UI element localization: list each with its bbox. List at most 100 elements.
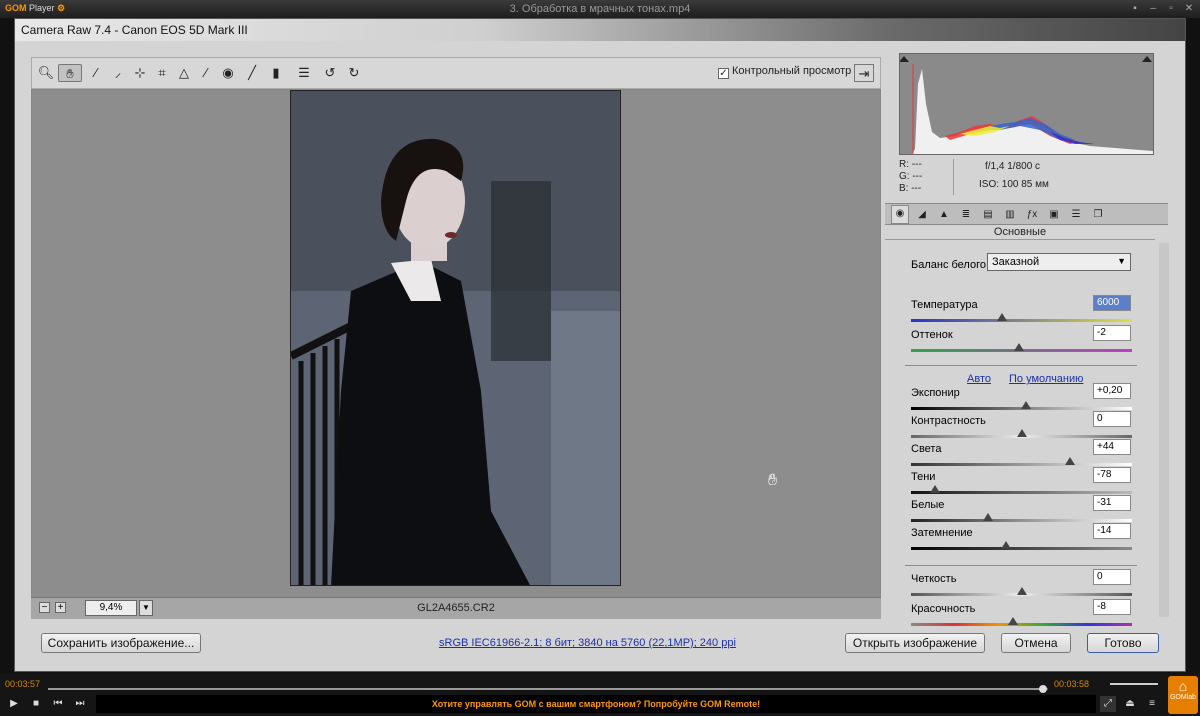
hand-tool-icon[interactable]: ✋︎ [58,64,82,82]
histogram [899,53,1154,155]
slider-thumb[interactable] [1001,541,1012,549]
open-image-button[interactable]: Открыть изображение [845,633,985,653]
default-link[interactable]: По умолчанию [1009,373,1083,385]
eject-icon[interactable]: ⏏ [1122,696,1138,712]
crop-tool-icon[interactable]: ⌗ [152,64,172,82]
player-file-title: 3. Обработка в мрачных тонах.mp4 [509,3,691,15]
slider-thumb[interactable] [1020,401,1031,409]
maximize-icon[interactable]: ▫ [1164,2,1178,15]
slider-value-field[interactable]: +0,20 [1093,383,1131,399]
slider-label: Температура [911,299,978,311]
tab-hsl-icon[interactable]: ≣ [957,207,975,222]
rgb-g: G: --- [899,171,923,182]
previous-icon[interactable]: ⏮ [50,696,66,712]
preview-checkbox[interactable]: ✓ Контрольный просмотр [718,65,851,79]
preview-canvas[interactable]: ✋︎ [31,89,881,601]
tab-camera-calibration-icon[interactable]: ▣ [1045,207,1063,222]
slider-thumb[interactable] [1014,343,1025,351]
slider-value-field[interactable]: +44 [1093,439,1131,455]
gomlab-button[interactable]: ⌂ GOMlab [1168,676,1198,714]
panel-tabs: ◉ ◢ ▲ ≣ ▤ ▥ ƒx ▣ ☰ ❐ [885,203,1168,225]
slider-value-field[interactable]: -14 [1093,523,1131,539]
tab-basic-icon[interactable]: ◉ [891,205,909,224]
fullscreen-icon[interactable]: ⤢ [1100,696,1116,712]
seek-bar[interactable] [48,685,1048,693]
slider-label: Оттенок [911,329,953,341]
preview-image[interactable] [290,90,621,586]
slider-thumb[interactable] [996,313,1007,321]
slider-value-field[interactable]: 6000 [1093,295,1131,311]
auto-link[interactable]: Авто [967,373,991,385]
slider-label: Экспонир [911,387,960,399]
slider-value-field[interactable]: 0 [1093,569,1131,585]
spot-removal-icon[interactable]: ⁄ [196,64,216,82]
slider-value-field[interactable]: -78 [1093,467,1131,483]
tab-detail-icon[interactable]: ▲ [935,207,953,222]
save-image-button[interactable]: Сохранить изображение... [41,633,201,653]
rotate-right-icon[interactable]: ↻ [344,64,364,82]
red-eye-icon[interactable]: ◉ [218,64,238,82]
slider-label: Белые [911,499,945,511]
slider-thumb[interactable] [1016,429,1027,437]
tab-snapshots-icon[interactable]: ❐ [1089,207,1107,222]
slider-track[interactable] [911,319,1132,322]
graduated-filter-icon[interactable]: ▮ [266,64,286,82]
zoom-tool-icon[interactable]: 🔍︎ [36,64,56,82]
tab-presets-icon[interactable]: ☰ [1067,207,1085,222]
home-icon: ⌂ [1178,678,1188,694]
close-icon[interactable]: ✕ [1182,2,1196,15]
slider-label: Затемнение [911,527,973,539]
color-sampler-tool-icon[interactable]: ⸝ [108,64,128,82]
tab-split-toning-icon[interactable]: ▤ [979,207,997,222]
seek-thumb[interactable] [1039,685,1047,693]
done-button[interactable]: Готово [1087,633,1159,653]
slider-track[interactable] [911,463,1132,466]
slider-thumb[interactable] [1016,587,1027,595]
histogram-graph [899,54,1153,154]
white-balance-tool-icon[interactable]: ⁄ [86,64,106,82]
image-info: R: --- G: --- B: --- f/1,4 1/800 с ISO: … [895,159,1165,199]
slider-track[interactable] [911,623,1132,626]
slider-thumb[interactable] [983,513,994,521]
slider-track[interactable] [911,491,1132,494]
panel-scrollbar[interactable] [1159,243,1169,617]
minimize-icon[interactable]: – [1146,2,1160,15]
divider [905,565,1137,566]
wb-select[interactable]: Заказной ▼ [987,253,1131,271]
tab-tone-curve-icon[interactable]: ◢ [913,207,931,222]
slider-value-field[interactable]: 0 [1093,411,1131,427]
slider-value-field[interactable]: -31 [1093,495,1131,511]
slider-track[interactable] [911,519,1132,522]
rgb-r: R: --- [899,159,922,170]
next-icon[interactable]: ⏭ [72,696,88,712]
preferences-icon[interactable]: ☰ [294,64,314,82]
slider-thumb[interactable] [1065,457,1076,465]
toolbar: 🔍︎ ✋︎ ⁄ ⸝ ⊹ ⌗ △ ⁄ ◉ ╱ ▮ ☰ ↺ ↻ ✓ Контрольн… [31,57,881,89]
workflow-options-link[interactable]: sRGB IEC61966-2.1; 8 бит; 3840 на 5760 (… [439,637,736,649]
slider-value-field[interactable]: -8 [1093,599,1131,615]
player-title-bar: GOM Player ⚙ 3. Обработка в мрачных тона… [0,0,1200,18]
menu-icon[interactable]: ≡ [1144,696,1160,712]
slider-label: Тени [911,471,936,483]
stop-icon[interactable]: ■ [28,696,44,712]
promo-banner[interactable]: Хотите управлять GOM с вашим смартфоном?… [96,695,1096,713]
slider-value-field[interactable]: -2 [1093,325,1131,341]
cancel-button[interactable]: Отмена [1001,633,1071,653]
targeted-adjustment-icon[interactable]: ⊹ [130,64,150,82]
straighten-tool-icon[interactable]: △ [174,64,194,82]
slider-thumb[interactable] [1007,617,1018,625]
pin-icon[interactable]: ▪ [1128,2,1142,15]
tab-fx-icon[interactable]: ƒx [1023,207,1041,222]
hand-cursor-icon: ✋︎ [768,472,778,489]
slider-thumb[interactable] [930,485,941,493]
preview-label: Контрольный просмотр [732,65,852,77]
slider-track[interactable] [911,547,1132,550]
preview-checkbox-box[interactable]: ✓ [718,68,729,79]
fullscreen-toggle-icon[interactable]: ⇥ [854,64,874,82]
rotate-left-icon[interactable]: ↺ [320,64,340,82]
adjustment-brush-icon[interactable]: ╱ [242,64,262,82]
volume-bar[interactable] [1110,683,1158,685]
tab-lens-icon[interactable]: ▥ [1001,207,1019,222]
section-title: Основные [885,226,1155,240]
play-icon[interactable]: ▶ [6,696,22,712]
